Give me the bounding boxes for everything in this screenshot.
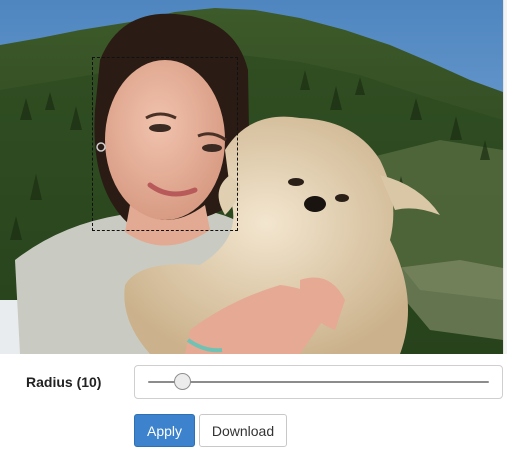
radius-label: Radius (10) — [26, 374, 102, 390]
apply-button[interactable]: Apply — [134, 414, 195, 447]
photo-canvas[interactable] — [0, 0, 503, 354]
download-button[interactable]: Download — [199, 414, 287, 447]
slider-thumb[interactable] — [174, 373, 192, 390]
slider-track[interactable] — [148, 381, 489, 383]
face-selection-box[interactable] — [92, 57, 238, 231]
canvas-edge — [503, 0, 507, 354]
photo-image — [0, 0, 503, 354]
radius-slider[interactable] — [134, 365, 503, 399]
blur-tool: Radius (10) Apply Download — [0, 0, 507, 452]
